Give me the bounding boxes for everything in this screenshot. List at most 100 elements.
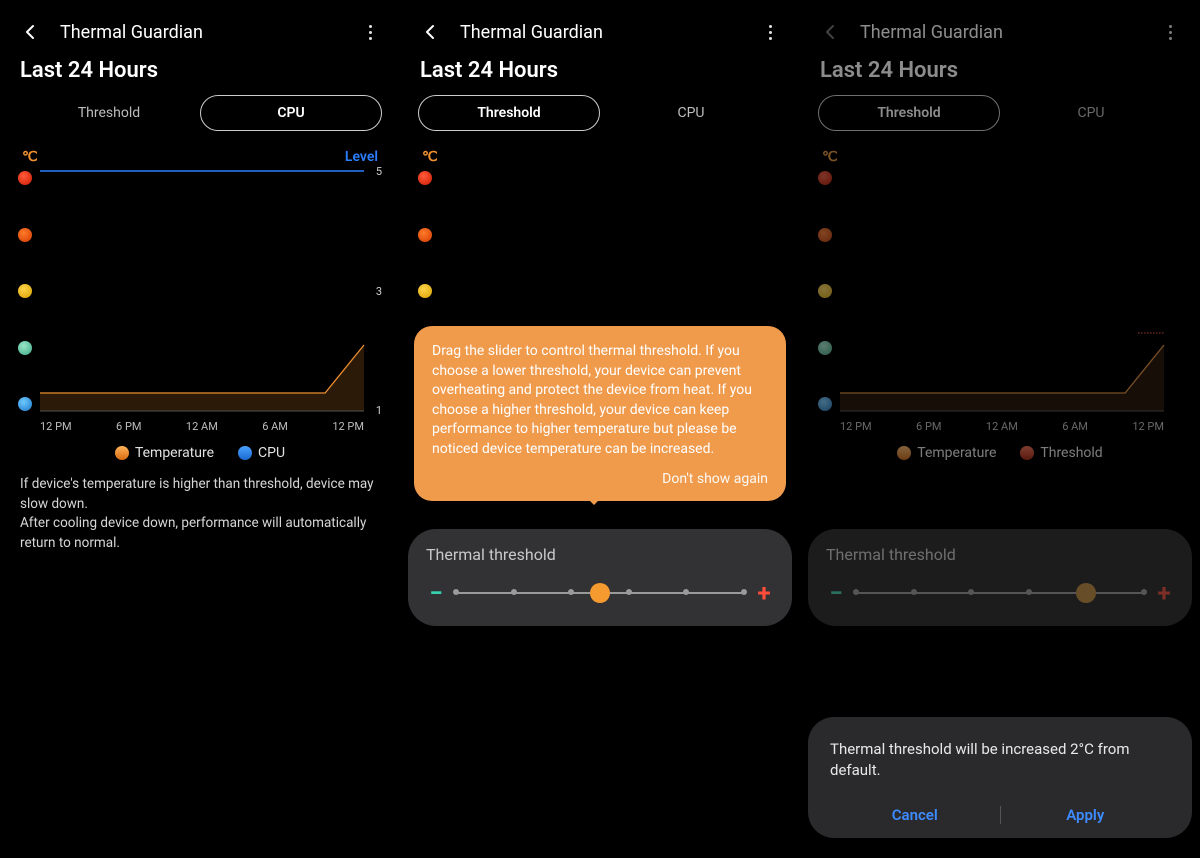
emoji-e1 bbox=[18, 397, 32, 411]
tab-cpu[interactable]: CPU bbox=[200, 95, 382, 131]
celsius-label: ℃ bbox=[422, 149, 438, 165]
legend: Temperature CPU bbox=[18, 445, 382, 461]
section-title: Last 24 Hours bbox=[420, 58, 782, 83]
emoji-e5 bbox=[418, 171, 432, 185]
ytick-5: 5 bbox=[376, 165, 382, 178]
tooltip: Drag the slider to control thermal thres… bbox=[414, 326, 786, 501]
more-icon[interactable] bbox=[1158, 20, 1182, 44]
slider-tick bbox=[683, 589, 689, 595]
legend-temperature: Temperature bbox=[897, 445, 996, 461]
emoji-e3 bbox=[418, 284, 432, 298]
legend-temperature: Temperature bbox=[115, 445, 214, 461]
emoji-scale bbox=[18, 171, 36, 411]
plus-icon[interactable]: + bbox=[1154, 579, 1174, 607]
xtick: 12 AM bbox=[186, 420, 218, 433]
chart: 12 PM6 PM12 AM6 AM12 PM bbox=[818, 171, 1182, 437]
celsius-label: ℃ bbox=[822, 149, 838, 165]
plot-area bbox=[40, 171, 364, 411]
dialog-buttons: CancelApply bbox=[830, 806, 1170, 824]
axis-labels: ℃ bbox=[418, 149, 782, 167]
xtick: 12 PM bbox=[40, 420, 72, 433]
tab-bar: ThresholdCPU bbox=[818, 95, 1182, 131]
more-icon[interactable] bbox=[758, 20, 782, 44]
emoji-e5 bbox=[818, 171, 832, 185]
minus-icon[interactable]: − bbox=[826, 579, 846, 607]
x-ticks: 12 PM 6 PM 12 AM 6 AM 12 PM bbox=[40, 420, 364, 433]
dialog-message: Thermal threshold will be increased 2°C … bbox=[830, 739, 1170, 783]
app-title: Thermal Guardian bbox=[60, 22, 358, 43]
threshold-slider[interactable]: −+ bbox=[826, 582, 1174, 604]
plot-area bbox=[840, 171, 1164, 411]
slider-title: Thermal threshold bbox=[426, 545, 774, 564]
emoji-e4 bbox=[418, 228, 432, 242]
slider-tick bbox=[568, 589, 574, 595]
threshold-slider[interactable]: −+ bbox=[426, 582, 774, 604]
slider-knob[interactable] bbox=[590, 583, 610, 603]
apply-button[interactable]: Apply bbox=[1001, 806, 1171, 824]
slider-tick bbox=[968, 589, 974, 595]
section-title: Last 24 Hours bbox=[20, 58, 382, 83]
xtick: 12 PM bbox=[1132, 420, 1164, 433]
back-icon[interactable] bbox=[418, 20, 442, 44]
tab-threshold[interactable]: Threshold bbox=[818, 95, 1000, 131]
slider-knob[interactable] bbox=[1076, 583, 1096, 603]
slider-tick bbox=[626, 589, 632, 595]
slider-title: Thermal threshold bbox=[826, 545, 1174, 564]
ytick-3: 3 bbox=[376, 285, 382, 298]
section-title: Last 24 Hours bbox=[820, 58, 1182, 83]
tab-threshold[interactable]: Threshold bbox=[18, 95, 200, 131]
slider-tick bbox=[911, 589, 917, 595]
axis-labels: ℃ bbox=[818, 149, 1182, 167]
axis-labels: ℃Level bbox=[18, 149, 382, 167]
tooltip-dismiss[interactable]: Don't show again bbox=[432, 470, 768, 490]
emoji-e2 bbox=[18, 341, 32, 355]
slider-tick bbox=[741, 589, 747, 595]
app-title: Thermal Guardian bbox=[860, 22, 1158, 43]
ytick-1: 1 bbox=[376, 404, 382, 417]
xtick: 6 PM bbox=[116, 420, 141, 433]
legend-cpu: CPU bbox=[238, 445, 285, 461]
header: Thermal Guardian bbox=[18, 10, 382, 54]
tab-cpu[interactable]: CPU bbox=[1000, 95, 1182, 131]
tooltip-text: Drag the slider to control thermal thres… bbox=[432, 342, 768, 460]
emoji-e4 bbox=[18, 228, 32, 242]
tab-bar: ThresholdCPU bbox=[418, 95, 782, 131]
x-ticks: 12 PM6 PM12 AM6 AM12 PM bbox=[840, 420, 1164, 433]
slider-track[interactable] bbox=[456, 592, 744, 594]
back-icon[interactable] bbox=[18, 20, 42, 44]
cancel-button[interactable]: Cancel bbox=[830, 806, 1000, 824]
more-icon[interactable] bbox=[358, 20, 382, 44]
xtick: 6 AM bbox=[262, 420, 288, 433]
header: Thermal Guardian bbox=[818, 10, 1182, 54]
xtick: 6 PM bbox=[916, 420, 941, 433]
emoji-scale bbox=[818, 171, 836, 411]
header: Thermal Guardian bbox=[418, 10, 782, 54]
emoji-e3 bbox=[18, 284, 32, 298]
thermal-threshold-panel: Thermal threshold−+ bbox=[408, 529, 792, 626]
screen-1: Thermal GuardianLast 24 HoursThresholdCP… bbox=[0, 0, 400, 858]
slider-tick bbox=[853, 589, 859, 595]
app-title: Thermal Guardian bbox=[460, 22, 758, 43]
confirm-dialog: Thermal threshold will be increased 2°C … bbox=[808, 717, 1192, 839]
legend-thr: Threshold bbox=[1020, 445, 1102, 461]
xtick: 12 PM bbox=[840, 420, 872, 433]
celsius-label: ℃ bbox=[22, 149, 38, 165]
back-icon[interactable] bbox=[818, 20, 842, 44]
xtick: 12 AM bbox=[986, 420, 1018, 433]
emoji-e5 bbox=[18, 171, 32, 185]
y-ticks: 5.3.1 bbox=[366, 165, 382, 417]
chart: 5.3.112 PM6 PM12 AM6 AM12 PM bbox=[18, 171, 382, 437]
tab-cpu[interactable]: CPU bbox=[600, 95, 782, 131]
plus-icon[interactable]: + bbox=[754, 579, 774, 607]
emoji-e2 bbox=[818, 341, 832, 355]
cpu-icon bbox=[238, 446, 252, 460]
legend: Temperature Threshold bbox=[818, 445, 1182, 461]
slider-tick bbox=[1026, 589, 1032, 595]
minus-icon[interactable]: − bbox=[426, 579, 446, 607]
xtick: 12 PM bbox=[332, 420, 364, 433]
tab-threshold[interactable]: Threshold bbox=[418, 95, 600, 131]
emoji-e4 bbox=[818, 228, 832, 242]
slider-track[interactable] bbox=[856, 592, 1144, 594]
tab-bar: ThresholdCPU bbox=[18, 95, 382, 131]
screen-3: Thermal GuardianLast 24 HoursThresholdCP… bbox=[800, 0, 1200, 858]
